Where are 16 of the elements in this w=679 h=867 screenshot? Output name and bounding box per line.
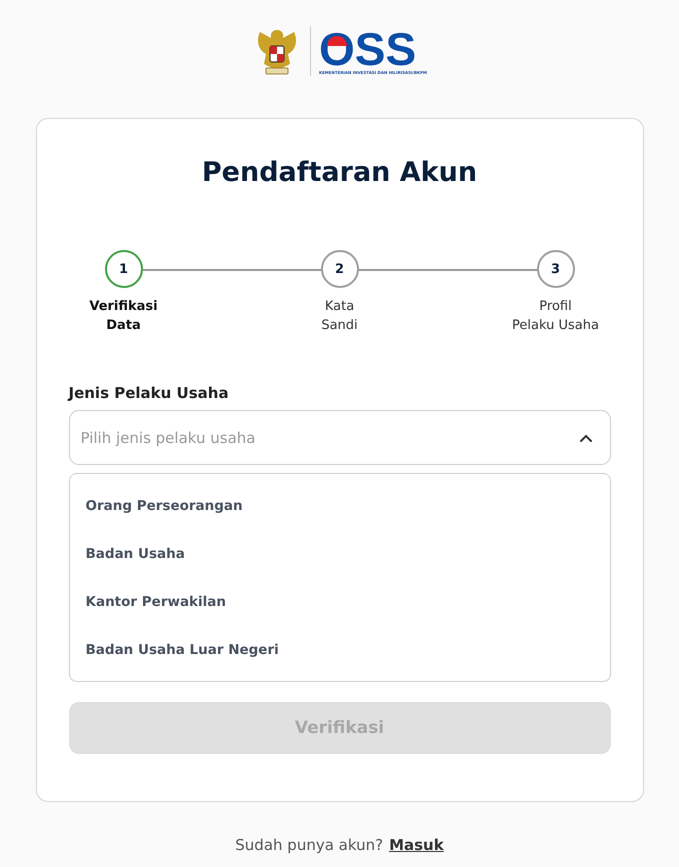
footer-text: Sudah punya akun?: [235, 836, 384, 854]
step-label: Kata Sandi: [320, 298, 359, 335]
step-number: 2: [320, 250, 358, 288]
oss-logo: OSS: [318, 28, 423, 68]
step-label: Profil Pelaku Usaha: [511, 298, 600, 335]
step-label: Verifikasi Data: [88, 298, 159, 335]
login-link[interactable]: Masuk: [389, 836, 444, 854]
chevron-icon: [580, 434, 592, 442]
page-title: Pendaftaran Akun: [200, 157, 478, 188]
dropdown-option[interactable]: Badan Usaha Luar Negeri: [70, 626, 610, 674]
step-number: 1: [104, 250, 142, 288]
dropdown-option[interactable]: Badan Usaha: [70, 530, 610, 578]
dropdown-option[interactable]: Kantor Perwakilan: [70, 578, 610, 626]
step-number: 3: [536, 250, 574, 288]
field-label: Jenis Pelaku Usaha: [68, 384, 230, 402]
dropdown-option[interactable]: Orang Perseorangan: [70, 482, 610, 530]
